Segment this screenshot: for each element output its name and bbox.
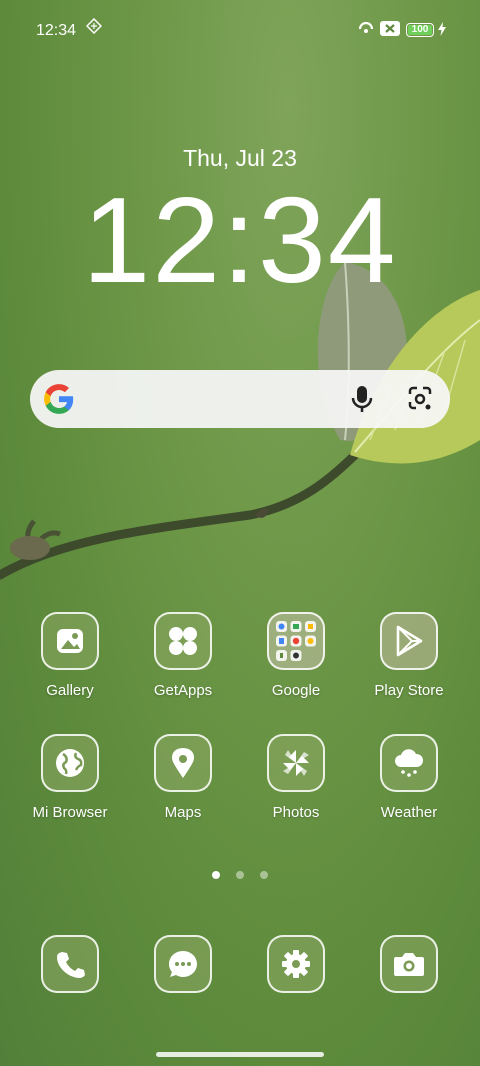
app-label: Photos (272, 804, 320, 821)
play-store-icon (380, 612, 438, 670)
page-dot-2[interactable] (236, 871, 244, 879)
app-label: Mi Browser (32, 804, 108, 821)
app-label: Play Store (374, 682, 444, 699)
dock-camera[interactable] (349, 935, 469, 993)
messages-icon (154, 935, 212, 993)
gesture-navigation-bar[interactable] (156, 1052, 324, 1057)
getapps-icon (154, 612, 212, 670)
hotspot-icon (357, 18, 375, 41)
clock-date[interactable]: Thu, Jul 23 (0, 145, 480, 172)
app-label: Maps (164, 804, 202, 821)
status-bar: 12:34 100 (0, 0, 480, 60)
lens-icon[interactable] (406, 384, 434, 419)
status-time: 12:34 (36, 22, 77, 39)
cloud-snow-icon (380, 734, 438, 792)
camera-icon (380, 935, 438, 993)
pinwheel-icon (267, 734, 325, 792)
app-gallery[interactable]: Gallery (10, 612, 130, 699)
app-label: Google (271, 682, 321, 699)
page-dot-3[interactable] (260, 871, 269, 879)
vpn-diamond-icon (85, 17, 103, 39)
app-getapps[interactable]: GetApps (123, 612, 243, 699)
clock-time[interactable]: 12:34 (0, 170, 480, 310)
app-mi-browser[interactable]: Mi Browser (10, 734, 130, 821)
app-label: GetApps (153, 682, 213, 699)
app-play-store[interactable]: Play Store (349, 612, 469, 699)
google-g-icon (42, 382, 76, 421)
app-photos[interactable]: Photos (236, 734, 356, 821)
maps-pin-icon (154, 734, 212, 792)
mic-icon[interactable] (348, 384, 376, 419)
settings-icon (267, 935, 325, 993)
phone-icon (41, 935, 99, 993)
dock-phone[interactable] (10, 935, 130, 993)
charging-bolt-icon (438, 22, 446, 41)
folder-google[interactable]: Google (236, 612, 356, 699)
google-folder-icon (267, 612, 325, 670)
battery-level: 100 (411, 24, 429, 35)
app-label: Gallery (46, 682, 94, 699)
page-indicator (0, 866, 480, 884)
globe-icon (41, 734, 99, 792)
app-weather[interactable]: Weather (349, 734, 469, 821)
dock-settings[interactable] (236, 935, 356, 993)
google-search-bar[interactable] (30, 370, 450, 428)
page-dot-1[interactable] (211, 871, 220, 879)
app-maps[interactable]: Maps (123, 734, 243, 821)
dock-messages[interactable] (123, 935, 243, 993)
sim-x-icon (380, 21, 400, 41)
battery-indicator: 100 (406, 23, 434, 37)
gallery-icon (41, 612, 99, 670)
app-label: Weather (380, 804, 438, 821)
